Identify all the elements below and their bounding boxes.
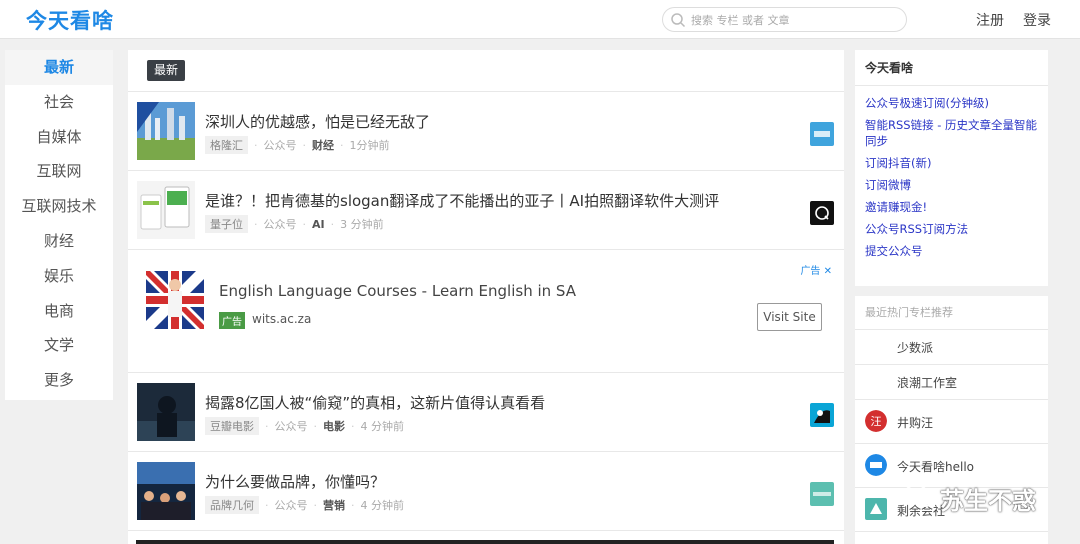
ad-image[interactable] xyxy=(146,271,204,329)
feed-header: 最新 xyxy=(128,50,844,92)
nav-item-internet[interactable]: 互联网 xyxy=(5,154,113,189)
link-subscribe-weibo[interactable]: 订阅微博 xyxy=(865,177,1038,193)
panel-title: 今天看啥 xyxy=(855,50,1048,86)
ad-title[interactable]: English Language Courses - Learn English… xyxy=(219,282,576,300)
column-avatar-icon[interactable]: 汪 xyxy=(865,410,887,432)
nav-item-internet-tech[interactable]: 互联网技术 xyxy=(5,189,113,224)
article-row[interactable]: 为什么要做品牌，你懂吗？ 品牌几何 · 公众号 · 营销 · 4 分钟前 xyxy=(128,452,844,531)
article-feed: 最新 深圳人的优越感，怕是已经无敌了 格隆汇·公众号·财经·1分钟前 xyxy=(128,50,844,544)
article-time: 4 分钟前 xyxy=(360,420,405,433)
nav-item-ecommerce[interactable]: 电商 xyxy=(5,294,113,329)
column-item[interactable]: 汪 井购汪 xyxy=(855,400,1048,444)
article-time: 1分钟前 xyxy=(349,139,390,152)
article-meta: 量子位 · 公众号 · AI · 3 分钟前 xyxy=(205,215,384,233)
article-thumbnail[interactable] xyxy=(137,102,195,160)
link-subscribe-douyin[interactable]: 订阅抖音(新) xyxy=(865,155,1038,171)
link-invite-cash[interactable]: 邀请赚现金! xyxy=(865,199,1038,215)
link-rss-method[interactable]: 公众号RSS订阅方法 xyxy=(865,221,1038,237)
ad-block[interactable]: English Language Courses - Learn English… xyxy=(128,250,844,373)
site-links-panel: 今天看啥 公众号极速订阅(分钟级) 智能RSS链接 - 历史文章全量智能同步 订… xyxy=(855,50,1048,286)
article-thumbnail[interactable] xyxy=(137,383,195,441)
search-input[interactable] xyxy=(691,11,896,29)
svg-text:汪: 汪 xyxy=(871,415,882,428)
article-meta: 品牌几何 · 公众号 · 营销 · 4 分钟前 xyxy=(205,496,404,514)
article-category[interactable]: AI xyxy=(312,218,325,231)
ad-label: 广告 xyxy=(219,312,245,329)
watermark-text: 苏生不惑 xyxy=(940,487,1036,515)
article-category[interactable]: 电影 xyxy=(323,420,345,433)
column-avatar-icon[interactable] xyxy=(865,454,887,476)
source-logo-icon[interactable] xyxy=(810,403,834,427)
source-type: 公众号 xyxy=(263,218,297,231)
nav-item-latest[interactable]: 最新 xyxy=(5,50,113,85)
latest-badge: 最新 xyxy=(147,60,186,81)
panel-title: 最近热门专栏推荐 xyxy=(855,296,1048,330)
source-logo-icon[interactable] xyxy=(810,482,834,506)
source-type: 公众号 xyxy=(274,499,308,512)
column-name[interactable]: 浪潮工作室 xyxy=(897,374,957,391)
link-fast-subscribe[interactable]: 公众号极速订阅(分钟级) xyxy=(865,95,1038,111)
article-row[interactable]: 是谁？！把肯德基的slogan翻译成了不能播出的亚子丨AI拍照翻译软件大测评 量… xyxy=(128,171,844,250)
visit-site-button[interactable]: Visit Site xyxy=(757,303,822,331)
article-row[interactable]: 揭露8亿国人被“偷窥”的真相，这新片值得认真看看 豆瓣电影 · 公众号 · 电影 · 4 分… xyxy=(128,373,844,452)
next-article-preview xyxy=(136,540,834,544)
register-link[interactable]: 注册 xyxy=(976,10,1004,30)
article-time: 4 分钟前 xyxy=(360,499,405,512)
ad-choices-icon[interactable]: 广告 ✕ xyxy=(800,262,832,277)
article-title[interactable]: 深圳人的优越感，怕是已经无敌了 xyxy=(205,111,430,132)
top-header: 今天看啥 注册 登录 xyxy=(0,0,1080,39)
article-thumbnail[interactable] xyxy=(137,181,195,239)
login-link[interactable]: 登录 xyxy=(1023,10,1051,30)
source-tag[interactable]: 量子位 xyxy=(205,215,248,233)
article-time: 3 分钟前 xyxy=(340,218,384,231)
link-submit-account[interactable]: 提交公众号 xyxy=(865,243,1038,259)
source-type: 公众号 xyxy=(263,139,297,152)
nav-item-finance[interactable]: 财经 xyxy=(5,224,113,259)
article-title[interactable]: 揭露8亿国人被“偷窥”的真相，这新片值得认真看看 xyxy=(205,392,545,413)
column-item[interactable]: 浪潮工作室 xyxy=(855,365,1048,400)
column-avatar-icon[interactable] xyxy=(865,498,887,520)
panel-link-list: 公众号极速订阅(分钟级) 智能RSS链接 - 历史文章全量智能同步 订阅抖音(新… xyxy=(855,86,1048,259)
article-title[interactable]: 是谁？！把肯德基的slogan翻译成了不能播出的亚子丨AI拍照翻译软件大测评 xyxy=(205,190,719,211)
nav-item-literature[interactable]: 文学 xyxy=(5,328,113,363)
search-box[interactable] xyxy=(662,7,907,32)
source-tag[interactable]: 格隆汇 xyxy=(205,136,248,154)
source-logo-icon[interactable] xyxy=(810,122,834,146)
column-name[interactable]: 井购汪 xyxy=(897,414,933,431)
article-category[interactable]: 营销 xyxy=(323,499,345,512)
site-logo[interactable]: 今天看啥 xyxy=(26,5,114,35)
article-row[interactable]: 深圳人的优越感，怕是已经无敌了 格隆汇 · 公众号 · 财经 · 1分钟前 xyxy=(128,92,844,171)
article-thumbnail[interactable] xyxy=(137,462,195,520)
category-nav: 最新 社会 自媒体 互联网 互联网技术 财经 娱乐 电商 文学 更多 xyxy=(5,50,113,400)
source-tag[interactable]: 豆瓣电影 xyxy=(205,417,259,435)
link-smart-rss[interactable]: 智能RSS链接 - 历史文章全量智能同步 xyxy=(865,117,1038,149)
ad-url[interactable]: wits.ac.za xyxy=(252,312,311,326)
source-type: 公众号 xyxy=(274,420,308,433)
nav-item-self-media[interactable]: 自媒体 xyxy=(5,120,113,155)
article-title[interactable]: 为什么要做品牌，你懂吗？ xyxy=(205,471,385,492)
source-logo-icon[interactable] xyxy=(810,201,834,225)
column-name[interactable]: 少数派 xyxy=(897,339,933,356)
wechat-icon xyxy=(904,484,935,507)
article-meta: 豆瓣电影 · 公众号 · 电影 · 4 分钟前 xyxy=(205,417,404,435)
column-item[interactable]: 少数派 xyxy=(855,330,1048,365)
nav-item-more[interactable]: 更多 xyxy=(5,363,113,398)
source-tag[interactable]: 品牌几何 xyxy=(205,496,259,514)
article-meta: 格隆汇 · 公众号 · 财经 · 1分钟前 xyxy=(205,136,390,154)
search-icon xyxy=(671,13,686,28)
nav-item-society[interactable]: 社会 xyxy=(5,85,113,120)
article-category[interactable]: 财经 xyxy=(312,139,334,152)
nav-item-entertainment[interactable]: 娱乐 xyxy=(5,259,113,294)
column-name[interactable]: 今天看啥hello xyxy=(897,458,974,475)
